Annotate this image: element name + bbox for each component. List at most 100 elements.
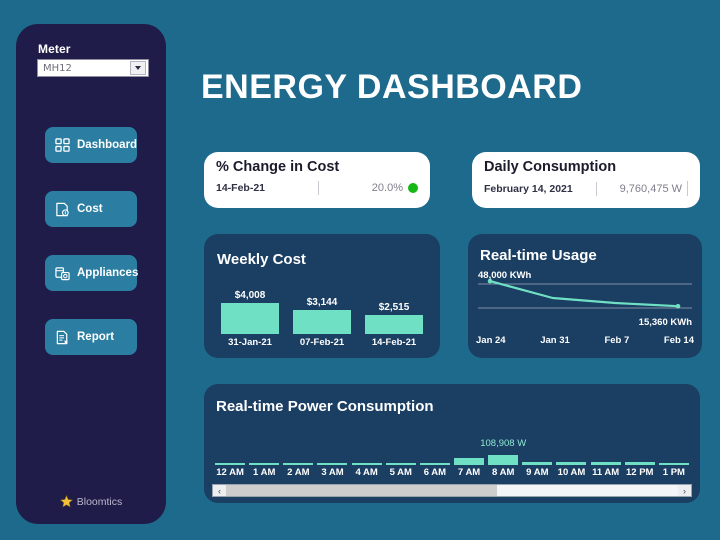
usage-x-tick: Jan 24 <box>476 335 506 346</box>
report-document-icon <box>53 328 71 346</box>
usage-start-value-label: 48,000 KWh <box>478 270 532 281</box>
power-bar <box>249 463 280 465</box>
sidebar-item-label: Cost <box>77 203 103 215</box>
page-title: ENERGY DASHBOARD <box>201 68 583 106</box>
scroll-left-arrow-icon[interactable]: ‹ <box>213 485 226 496</box>
grid-icon <box>53 136 71 154</box>
power-bar-label: 8 AM <box>492 467 515 478</box>
power-bar-group: 108,908 W 8 AM <box>480 428 526 478</box>
weekly-cost-bar <box>221 303 279 334</box>
sidebar-item-appliances[interactable]: Appliances <box>45 255 139 291</box>
kpi-row: February 14, 2021 9,760,475 W <box>484 181 688 196</box>
power-bar <box>317 463 348 465</box>
chevron-down-icon[interactable] <box>130 61 146 75</box>
power-bar-label: 11 AM <box>592 467 620 478</box>
power-bar <box>624 462 655 465</box>
kpi-value: 9,760,475 W <box>619 182 682 195</box>
panel-weekly-cost: Weekly Cost $4,008 31-Jan-21 $3,144 07-Feb-… <box>204 234 440 358</box>
weekly-cost-bar-value: $2,515 <box>378 302 410 313</box>
power-bar-group: 1 PM <box>657 428 691 478</box>
usage-end-value-label: 15,360 KWh <box>638 317 692 328</box>
usage-x-tick: Feb 7 <box>604 335 630 346</box>
panel-title: Real-time Power Consumption <box>216 398 434 415</box>
kpi-date: 14-Feb-21 <box>216 182 266 194</box>
horizontal-scrollbar[interactable]: ‹ › <box>212 484 692 497</box>
power-bar-label: 7 AM <box>457 467 481 478</box>
sidebar-item-cost[interactable]: Cost <box>45 191 137 227</box>
power-bar-label: 5 AM <box>389 467 412 478</box>
panel-realtime-usage: Real-time Usage 48,000 KWh 15,360 KWh Ja… <box>468 234 702 358</box>
power-bar-group: 9 AM <box>520 428 554 478</box>
scroll-right-arrow-icon[interactable]: › <box>678 485 691 496</box>
power-bar-label: 4 AM <box>355 467 378 478</box>
power-bar-group: 10 AM <box>554 428 588 478</box>
kpi-card-daily-consumption: Daily Consumption February 14, 2021 9,76… <box>472 152 700 208</box>
power-bar-label: 1 PM <box>662 467 685 478</box>
power-bar-label: 12 PM <box>626 467 654 478</box>
kpi-end-divider <box>687 181 688 196</box>
power-bar <box>215 463 246 465</box>
usage-x-tick: Jan 31 <box>540 335 570 346</box>
power-bar <box>556 462 587 465</box>
kpi-value: 20.0% <box>371 182 403 194</box>
sidebar-item-report[interactable]: Report <box>45 319 137 355</box>
weekly-cost-bar-value: $3,144 <box>306 297 338 308</box>
power-bar <box>488 455 519 465</box>
power-bar-label: 9 AM <box>526 467 549 478</box>
kpi-divider <box>265 181 372 195</box>
weekly-cost-bar-group: $4,008 31-Jan-21 <box>219 286 281 348</box>
weekly-cost-bar-group: $3,144 07-Feb-21 <box>291 286 353 348</box>
meter-select-value: MH12 <box>43 62 72 74</box>
power-bar <box>419 463 450 465</box>
panel-title: Weekly Cost <box>217 251 306 268</box>
kpi-date: February 14, 2021 <box>484 182 573 195</box>
power-bar <box>454 458 485 465</box>
status-badge <box>408 183 418 193</box>
star-icon <box>59 495 73 508</box>
power-bar-group: 5 AM <box>384 428 418 478</box>
weekly-cost-bar-label: 31-Jan-21 <box>228 337 272 348</box>
power-bar <box>590 462 621 465</box>
sidebar-item-label: Dashboard <box>77 139 138 151</box>
scrollbar-thumb[interactable] <box>226 485 498 496</box>
weekly-cost-bar-label: 07-Feb-21 <box>299 337 345 348</box>
usage-x-tick: Feb 14 <box>663 335 694 346</box>
weekly-cost-bar-chart: $4,008 31-Jan-21 $3,144 07-Feb-21 $2,515 14-F… <box>214 286 430 348</box>
power-bar <box>283 463 314 465</box>
power-bar <box>658 463 689 465</box>
power-bar-group: 12 AM <box>213 428 247 478</box>
appliances-icon <box>53 264 71 282</box>
brand-name: Bloomtics <box>76 495 123 508</box>
meter-select[interactable]: MH12 <box>37 59 149 77</box>
power-bar <box>351 463 382 465</box>
power-bar-group: 3 AM <box>315 428 349 478</box>
power-bar-group: 2 AM <box>281 428 315 478</box>
weekly-cost-bar <box>293 310 351 334</box>
panel-realtime-power-consumption: Real-time Power Consumption 12 AM 1 AM 2 A… <box>204 384 700 503</box>
sidebar-item-label: Report <box>77 331 115 343</box>
scrollbar-track[interactable] <box>226 485 678 496</box>
power-bar-group: 4 AM <box>350 428 384 478</box>
sidebar-item-label: Appliances <box>77 267 139 279</box>
power-bar-group: 12 PM <box>623 428 657 478</box>
power-bar-group: 1 AM <box>247 428 281 478</box>
power-bar <box>385 463 416 465</box>
weekly-cost-bar-group: $2,515 14-Feb-21 <box>363 286 425 348</box>
sidebar: Meter MH12 Dashboard Cost Appliances Rep… <box>16 24 166 524</box>
weekly-cost-bar <box>365 315 423 334</box>
meter-label: Meter <box>38 42 71 56</box>
sidebar-nav: Dashboard Cost Appliances Report <box>45 127 139 383</box>
kpi-title: % Change in Cost <box>216 159 340 175</box>
power-bar-label: 10 AM <box>557 467 586 478</box>
kpi-card-change-in-cost: % Change in Cost 14-Feb-21 20.0% <box>204 152 430 208</box>
power-bar-group: 7 AM <box>452 428 486 478</box>
panel-title: Real-time Usage <box>480 247 597 264</box>
weekly-cost-bar-label: 14-Feb-21 <box>371 337 417 348</box>
power-bar-label: 1 AM <box>253 467 276 478</box>
power-bar-label: 3 AM <box>321 467 344 478</box>
kpi-divider <box>573 181 620 196</box>
sidebar-item-dashboard[interactable]: Dashboard <box>45 127 137 163</box>
usage-line-series <box>488 280 680 308</box>
kpi-title: Daily Consumption <box>484 159 617 175</box>
power-bar-label: 6 AM <box>423 467 447 478</box>
